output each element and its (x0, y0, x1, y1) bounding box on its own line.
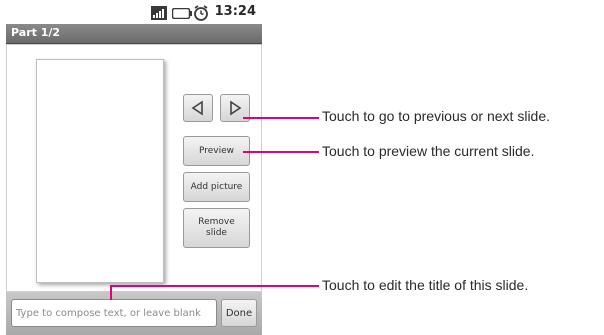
signal-icon (151, 6, 167, 20)
slide-preview-canvas[interactable] (36, 59, 164, 283)
callout-title-text: Touch to edit the title of this slide. (322, 277, 529, 293)
alarm-icon (194, 5, 208, 21)
battery-icon (172, 8, 192, 19)
compose-text-input[interactable] (11, 299, 217, 327)
slide-editor-area: Preview Add picture Remove slide (6, 44, 262, 292)
callout-line-navigation (243, 117, 319, 119)
remove-slide-label-line1: Remove (198, 217, 235, 227)
done-button[interactable]: Done (221, 299, 257, 327)
title-bar: Part 1/2 (6, 24, 262, 44)
previous-arrow-icon (191, 100, 203, 116)
callout-line-title (111, 285, 319, 287)
compose-bar: Done (6, 292, 262, 335)
callout-navigation-text: Touch to go to previous or next slide. (322, 108, 551, 124)
callout-preview-text: Touch to preview the current slide. (322, 143, 535, 159)
previous-slide-button[interactable] (183, 94, 213, 122)
preview-button[interactable]: Preview (183, 136, 250, 166)
status-bar: 13:24 (6, 0, 262, 24)
callout-line-title-drop (110, 285, 112, 300)
remove-slide-label-line2: slide (206, 228, 227, 238)
status-time: 13:24 (214, 4, 256, 19)
next-arrow-icon (230, 100, 242, 116)
remove-slide-button[interactable]: Remove slide (183, 208, 250, 248)
page-title: Part 1/2 (11, 26, 61, 39)
add-picture-button[interactable]: Add picture (183, 172, 250, 202)
callout-line-preview (243, 151, 319, 153)
